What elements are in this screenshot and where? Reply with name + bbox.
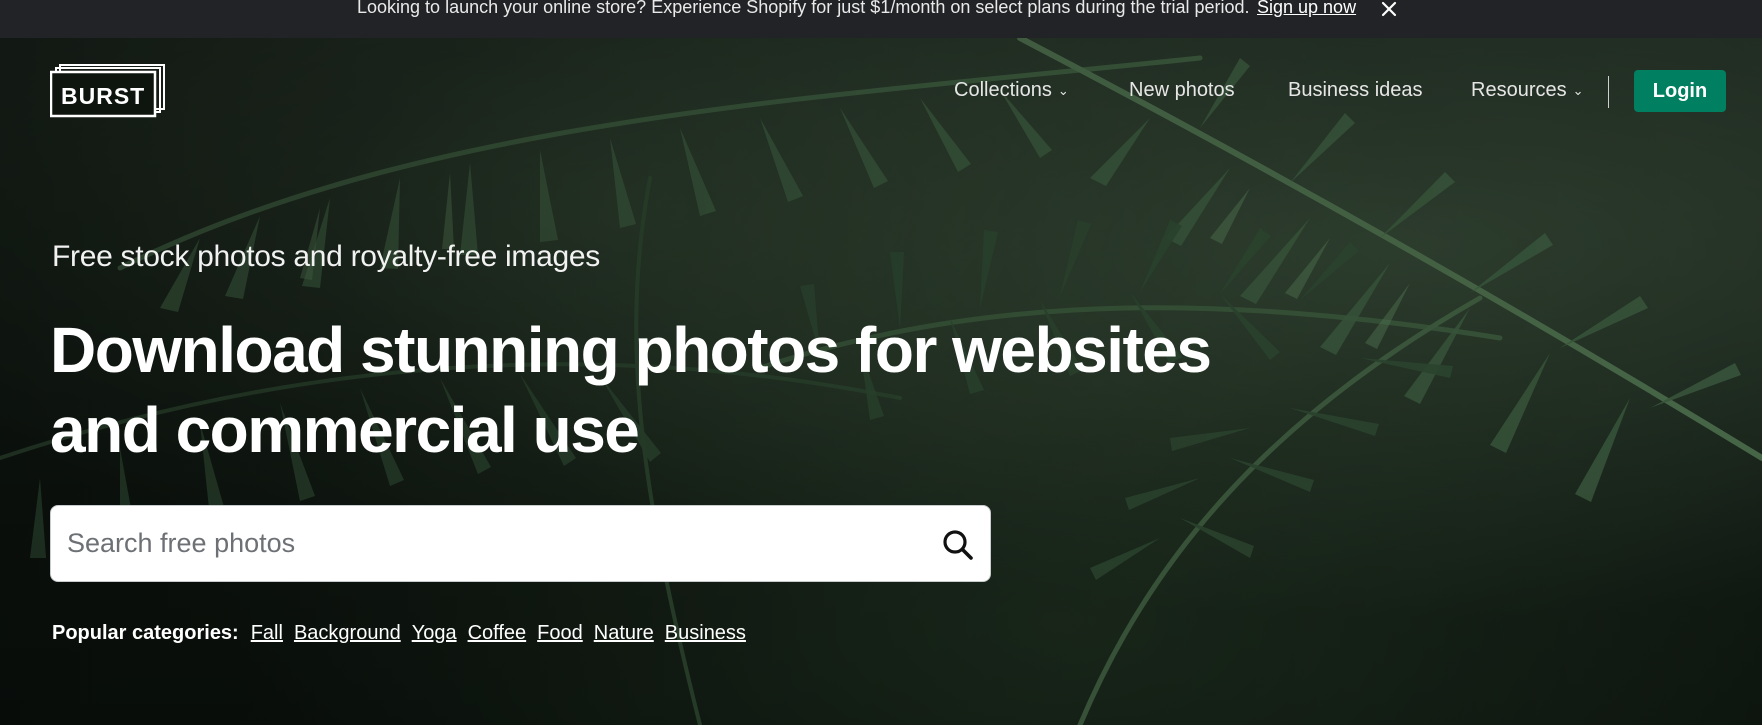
hero-headline-line-2: and commercial use	[50, 394, 640, 466]
announcement-message: Looking to launch your online store? Exp…	[357, 0, 1250, 17]
popular-categories-label: Popular categories:	[52, 622, 239, 644]
category-link-nature[interactable]: Nature	[594, 622, 654, 645]
category-link-fall[interactable]: Fall	[251, 622, 283, 645]
search-box	[50, 505, 991, 582]
logo-text: BURST	[61, 83, 146, 109]
nav-resources[interactable]: Resources ⌄	[1471, 79, 1584, 102]
close-icon[interactable]	[1380, 0, 1402, 18]
category-link-coffee[interactable]: Coffee	[468, 622, 527, 645]
nav-new-photos-label: New photos	[1129, 79, 1235, 101]
hero-kicker: Free stock photos and royalty-free image…	[52, 240, 600, 273]
category-link-food[interactable]: Food	[537, 622, 583, 645]
search-input[interactable]	[67, 506, 907, 581]
chevron-down-icon: ⌄	[1057, 82, 1069, 98]
login-button[interactable]: Login	[1634, 70, 1726, 112]
category-link-background[interactable]: Background	[294, 622, 401, 645]
sign-up-link[interactable]: Sign up now	[1257, 0, 1356, 18]
nav-collections[interactable]: Collections ⌄	[954, 79, 1069, 102]
nav-resources-label: Resources	[1471, 79, 1567, 101]
popular-categories: Popular categories: Fall Background Yoga…	[52, 622, 757, 645]
nav-divider	[1608, 76, 1609, 108]
announcement-bar: Looking to launch your online store? Exp…	[0, 0, 1762, 38]
category-link-business[interactable]: Business	[665, 622, 746, 645]
hero-headline-line-1: Download stunning photos for websites	[50, 314, 1212, 386]
search-icon[interactable]	[941, 528, 975, 562]
chevron-down-icon: ⌄	[1572, 82, 1584, 98]
nav-collections-label: Collections	[954, 79, 1052, 101]
nav-business-ideas-label: Business ideas	[1288, 79, 1423, 101]
nav-new-photos[interactable]: New photos	[1129, 79, 1235, 102]
nav-business-ideas[interactable]: Business ideas	[1288, 79, 1423, 102]
hero-headline: Download stunning photos for websites an…	[50, 310, 1330, 470]
category-link-yoga[interactable]: Yoga	[412, 622, 457, 645]
burst-logo[interactable]: BURST	[49, 64, 168, 118]
